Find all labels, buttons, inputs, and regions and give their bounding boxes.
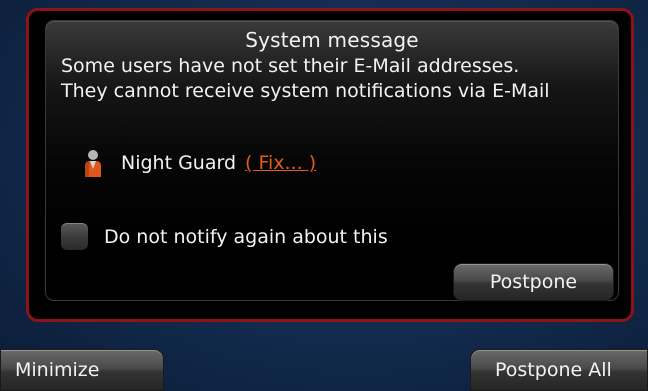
system-message-panel: System message Some users have not set t… [45, 20, 619, 301]
fix-link[interactable]: ( Fix... ) [245, 152, 316, 174]
postpone-button[interactable]: Postpone [453, 263, 614, 301]
do-not-notify-row[interactable]: Do not notify again about this [61, 223, 388, 250]
message-line-1: Some users have not set their E-Mail add… [61, 55, 520, 77]
notification-frame: System message Some users have not set t… [26, 8, 634, 322]
user-name: Night Guard [121, 152, 237, 174]
panel-title: System message [245, 28, 419, 52]
do-not-notify-label[interactable]: Do not notify again about this [104, 226, 388, 248]
postpone-all-button[interactable]: Postpone All [470, 349, 648, 391]
minimize-button[interactable]: Minimize [0, 349, 164, 391]
user-icon [85, 150, 101, 177]
do-not-notify-checkbox[interactable] [61, 223, 88, 250]
user-row: Night Guard ( Fix... ) [83, 148, 316, 178]
message-line-2: They cannot receive system notifications… [61, 80, 550, 102]
